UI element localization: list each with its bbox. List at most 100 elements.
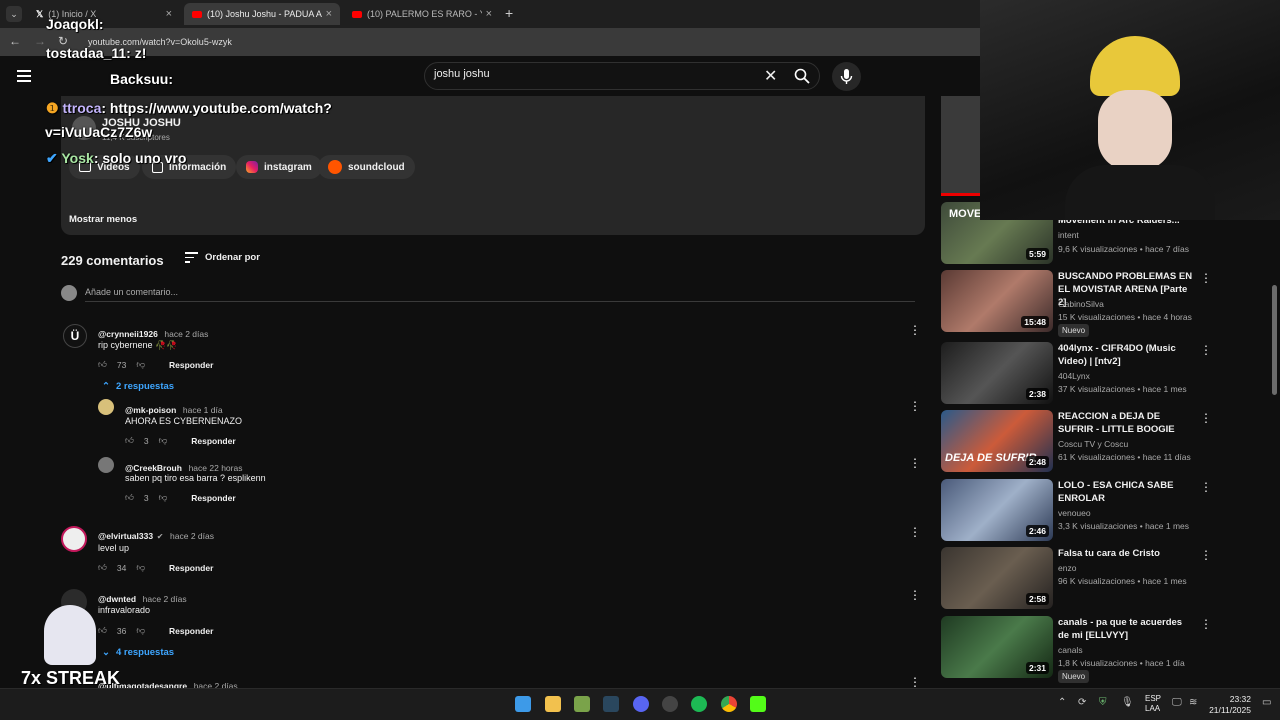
kick-icon[interactable] bbox=[750, 696, 766, 712]
comment-menu-icon[interactable]: ⋮ bbox=[909, 323, 921, 337]
close-tab-icon[interactable]: × bbox=[486, 8, 492, 20]
spotify-icon[interactable] bbox=[691, 696, 707, 712]
comment-menu-icon[interactable]: ⋮ bbox=[909, 588, 921, 602]
new-tab-button[interactable]: + bbox=[505, 5, 513, 21]
tab-search-button[interactable]: ⌄ bbox=[6, 6, 22, 22]
wifi-icon[interactable]: ≋ bbox=[1189, 697, 1197, 708]
video-menu-icon[interactable]: ⋮ bbox=[1200, 411, 1212, 425]
comment-author[interactable]: @elvirtual333 bbox=[98, 531, 153, 541]
tray-mic-icon[interactable]: 🎙︎ bbox=[1121, 697, 1134, 708]
add-comment-input[interactable]: Añade un comentario... bbox=[85, 287, 178, 297]
video-channel[interactable]: canals bbox=[1058, 644, 1083, 657]
comment-avatar[interactable]: Ü bbox=[63, 324, 87, 348]
comment-menu-icon[interactable]: ⋮ bbox=[909, 525, 921, 539]
chrome-icon[interactable] bbox=[721, 696, 737, 712]
language-indicator[interactable]: ESP LAA bbox=[1145, 694, 1161, 714]
toggle-replies-button[interactable]: ⌃ 2 respuestas bbox=[102, 381, 174, 392]
dislike-icon[interactable]: 👎︎ bbox=[136, 562, 145, 573]
reply-date[interactable]: hace 1 día bbox=[183, 405, 223, 415]
comment-date[interactable]: hace 2 días bbox=[143, 594, 187, 604]
video-menu-icon[interactable]: ⋮ bbox=[1200, 480, 1212, 494]
video-menu-icon[interactable]: ⋮ bbox=[1200, 343, 1212, 357]
discord-icon[interactable] bbox=[633, 696, 649, 712]
comment-author[interactable]: @dwnted bbox=[98, 594, 136, 604]
video-channel[interactable]: Coscu TV y Coscu bbox=[1058, 438, 1128, 451]
close-tab-icon[interactable]: × bbox=[166, 8, 172, 20]
reply-menu-icon[interactable]: ⋮ bbox=[909, 456, 921, 470]
comment-avatar[interactable] bbox=[61, 526, 87, 552]
sort-button[interactable]: Ordenar por bbox=[185, 252, 260, 263]
video-channel[interactable]: 404Lynx bbox=[1058, 370, 1090, 383]
tab-youtube-palermo[interactable]: (10) PALERMO ES RARO - YouT × bbox=[344, 3, 500, 25]
search-input[interactable]: joshu joshu bbox=[434, 68, 490, 80]
video-menu-icon[interactable]: ⋮ bbox=[1200, 271, 1212, 285]
dislike-icon[interactable]: 👎︎ bbox=[136, 359, 145, 370]
video-title[interactable]: REACCION a DEJA DE SUFRIR - LITTLE BOOGI… bbox=[1058, 410, 1194, 436]
video-channel[interactable]: intent bbox=[1058, 229, 1079, 242]
video-channel[interactable]: venoueo bbox=[1058, 507, 1091, 520]
reply-author[interactable]: @mk-poison bbox=[125, 405, 176, 415]
reply-button[interactable]: Responder bbox=[169, 360, 213, 370]
like-icon[interactable]: 👍︎ bbox=[98, 625, 107, 636]
show-less-button[interactable]: Mostrar menos bbox=[69, 214, 137, 225]
like-icon[interactable]: 👍︎ bbox=[125, 492, 134, 503]
video-title[interactable]: canals - pa que te acuerdes de mi [ELLVY… bbox=[1058, 616, 1194, 642]
steam-icon[interactable] bbox=[603, 696, 619, 712]
video-menu-icon[interactable]: ⋮ bbox=[1200, 548, 1212, 562]
tray-sync-icon[interactable]: ⟳ bbox=[1078, 697, 1086, 708]
network-icon[interactable]: 🖵 bbox=[1172, 697, 1182, 708]
clock[interactable]: 23:32 21/11/2025 bbox=[1209, 694, 1251, 716]
reply-button[interactable]: Responder bbox=[169, 626, 213, 636]
reply-date[interactable]: hace 22 horas bbox=[189, 463, 243, 473]
tray-shield-icon[interactable]: ⛨ bbox=[1099, 697, 1107, 708]
dislike-icon[interactable]: 👎︎ bbox=[159, 492, 168, 503]
tab-youtube-joshu[interactable]: (10) Joshu Joshu - PADUA ANG × bbox=[184, 3, 340, 25]
notification-icon[interactable]: ▭ bbox=[1262, 697, 1271, 708]
voice-search-icon[interactable] bbox=[832, 62, 861, 91]
close-tab-icon[interactable]: × bbox=[326, 8, 332, 20]
obs-icon[interactable] bbox=[662, 696, 678, 712]
chip-instagram[interactable]: instagram bbox=[236, 155, 322, 179]
search-icon[interactable] bbox=[794, 68, 810, 84]
reply-button[interactable]: Responder bbox=[191, 493, 235, 503]
file-explorer-icon[interactable] bbox=[545, 696, 561, 712]
back-icon[interactable]: ← bbox=[9, 34, 21, 48]
reply-button[interactable]: Responder bbox=[169, 563, 213, 573]
video-thumbnail[interactable]: DEJA DE SUFRIR 2:48 bbox=[941, 410, 1053, 472]
video-thumbnail[interactable]: 2:31 bbox=[941, 616, 1053, 678]
sidebar-partial-thumb[interactable] bbox=[941, 96, 981, 196]
url-field[interactable]: youtube.com/watch?v=Okolu5-wzyk bbox=[88, 33, 968, 51]
dislike-icon[interactable]: 👎︎ bbox=[159, 435, 168, 446]
video-thumbnail[interactable]: 2:58 bbox=[941, 547, 1053, 609]
comment-menu-icon[interactable]: ⋮ bbox=[909, 675, 921, 689]
reply-menu-icon[interactable]: ⋮ bbox=[909, 399, 921, 413]
windows-start-icon[interactable] bbox=[515, 696, 531, 712]
video-thumbnail[interactable]: 15:48 bbox=[941, 270, 1053, 332]
reply-author[interactable]: @CreekBrouh bbox=[125, 463, 182, 473]
video-title[interactable]: Falsa tu cara de Cristo bbox=[1058, 547, 1194, 560]
dislike-icon[interactable]: 👎︎ bbox=[136, 625, 145, 636]
video-channel[interactable]: GabinoSilva bbox=[1058, 298, 1104, 311]
forward-icon[interactable]: → bbox=[34, 34, 46, 48]
reply-avatar[interactable] bbox=[98, 457, 114, 473]
reply-button[interactable]: Responder bbox=[191, 436, 235, 446]
like-icon[interactable]: 👍︎ bbox=[98, 562, 107, 573]
like-icon[interactable]: 👍︎ bbox=[98, 359, 107, 370]
video-thumbnail[interactable]: 2:38 bbox=[941, 342, 1053, 404]
comment-author[interactable]: @crynneii1926 bbox=[98, 329, 158, 339]
menu-icon[interactable] bbox=[17, 70, 31, 82]
clear-search-icon[interactable]: ✕ bbox=[764, 66, 777, 86]
comment-date[interactable]: hace 2 días bbox=[170, 531, 214, 541]
like-icon[interactable]: 👍︎ bbox=[125, 435, 134, 446]
tray-chevron-icon[interactable]: ⌃ bbox=[1058, 697, 1066, 708]
video-thumbnail[interactable]: 2:46 bbox=[941, 479, 1053, 541]
reply-avatar[interactable] bbox=[98, 399, 114, 415]
video-channel[interactable]: enzo bbox=[1058, 562, 1076, 575]
chip-soundcloud[interactable]: soundcloud bbox=[318, 155, 415, 179]
comment-date[interactable]: hace 2 días bbox=[164, 329, 208, 339]
video-menu-icon[interactable]: ⋮ bbox=[1200, 617, 1212, 631]
video-title[interactable]: LOLO - ESA CHICA SABE ENROLAR bbox=[1058, 479, 1194, 505]
video-title[interactable]: 404lynx - CIFR4DO (Music Video) | [ntv2] bbox=[1058, 342, 1194, 368]
game-app-icon[interactable] bbox=[574, 696, 590, 712]
toggle-replies-button[interactable]: ⌄ 4 respuestas bbox=[102, 647, 174, 658]
